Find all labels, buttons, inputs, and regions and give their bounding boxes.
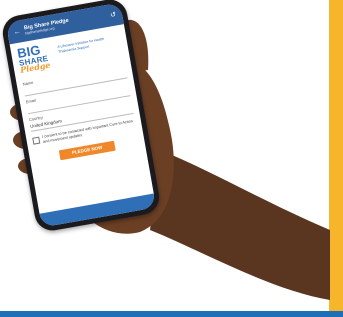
share-icon[interactable]: ↺ (110, 11, 117, 19)
blue-bottom-band (0, 311, 343, 317)
tagline: A Lifesaver Initiative for Health Thales… (57, 36, 105, 54)
pledge-now-button[interactable]: PLEDGE NOW (58, 140, 116, 161)
back-arrow-icon[interactable]: ← (13, 28, 21, 36)
promo-image: ← Big Share Pledge bigsharepledge.org ↺ … (0, 0, 343, 317)
big-share-pledge-logo: BIG SHARE Pledge (16, 42, 57, 74)
pledge-form: Name Email Country United Kingdom I cons… (16, 58, 146, 168)
forearm (150, 150, 330, 300)
consent-checkbox[interactable] (32, 136, 41, 145)
